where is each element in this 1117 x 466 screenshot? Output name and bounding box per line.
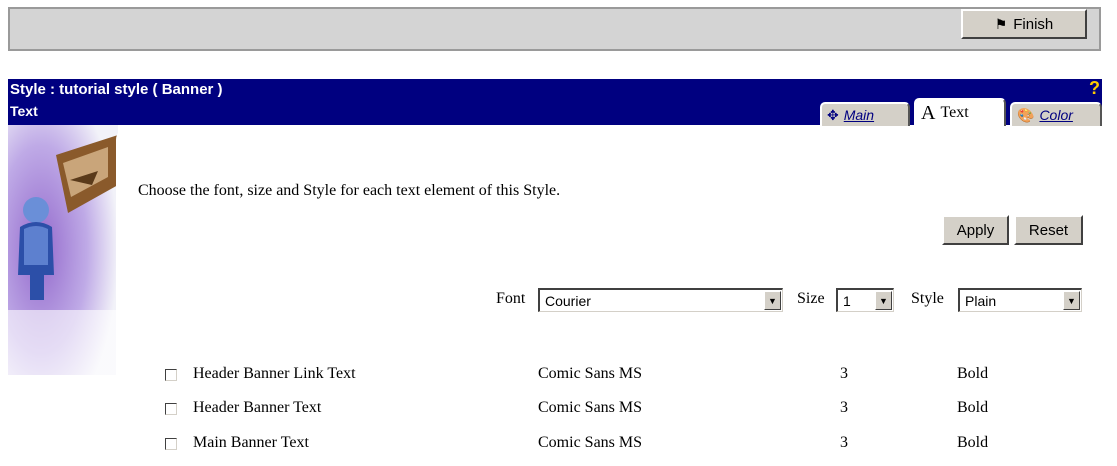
tab-color[interactable]: 🎨 Color [1010,102,1102,126]
row-checkbox[interactable] [165,438,177,450]
size-label: Size [797,290,825,307]
palette-icon: 🎨 [1017,106,1035,123]
tab-main[interactable]: ✥ Main [820,102,910,126]
element-font: Comic Sans MS [538,365,643,382]
finish-button[interactable]: ⚑ Finish [961,9,1087,39]
apply-button[interactable]: Apply [942,215,1009,245]
reset-button[interactable]: Reset [1014,215,1083,245]
instructions-text: Choose the font, size and Style for each… [138,182,561,199]
tab-text-label: Text [940,104,969,121]
apply-label: Apply [956,221,995,239]
element-font: Comic Sans MS [538,399,643,416]
style-select[interactable]: Plain ▼ [958,288,1082,312]
font-label: Font [496,290,526,307]
tab-color-label: Color [1039,107,1073,123]
size-select-value: 1 [843,293,851,309]
font-select[interactable]: Courier ▼ [538,288,783,312]
element-name: Main Banner Text [193,434,309,451]
size-select[interactable]: 1 ▼ [836,288,894,312]
checkered-flag-icon: ⚑ [994,15,1008,32]
font-select-value: Courier [545,293,591,309]
style-select-value: Plain [965,293,997,309]
page-title: Style : tutorial style ( Banner ) [10,81,223,98]
element-style: Bold [957,365,989,382]
style-label: Style [911,290,944,307]
element-font: Comic Sans MS [538,434,643,451]
element-name: Header Banner Text [193,399,322,416]
element-name: Header Banner Link Text [193,365,356,382]
move-arrows-icon: ✥ [827,106,839,123]
reset-label: Reset [1028,221,1069,239]
chevron-down-icon: ▼ [875,291,892,310]
row-checkbox[interactable] [165,403,177,415]
element-style: Bold [957,399,989,416]
help-icon[interactable]: ? [1089,78,1100,99]
chevron-down-icon: ▼ [764,291,781,310]
letter-a-icon: A [921,101,936,124]
element-size: 3 [840,365,848,382]
person-with-tablet-illustration [8,125,118,375]
element-size: 3 [840,399,848,416]
tab-main-label: Main [843,107,875,123]
page-subtitle: Text [10,103,38,119]
chevron-down-icon: ▼ [1063,291,1080,310]
element-size: 3 [840,434,848,451]
finish-label: Finish [1013,15,1054,33]
row-checkbox[interactable] [165,369,177,381]
list-item: Header Banner Text Comic Sans MS 3 Bold [160,397,1060,423]
list-item: Main Banner Text Comic Sans MS 3 Bold [160,432,1060,458]
tab-text[interactable]: A Text [914,98,1006,126]
list-item: Header Banner Link Text Comic Sans MS 3 … [160,363,1060,389]
element-style: Bold [957,434,989,451]
top-toolbar [8,7,1101,51]
